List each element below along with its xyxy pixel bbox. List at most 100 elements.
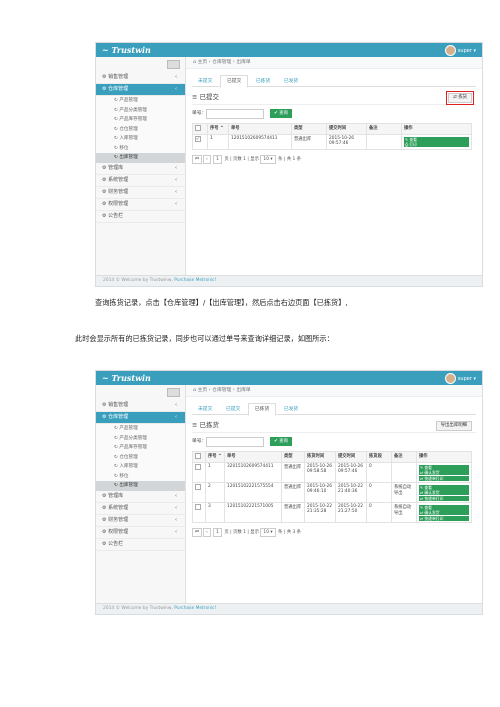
user-menu[interactable]: super ▾ [444,45,476,56]
tab-bar: 未提交 已提交 已拣货 已发货 [192,403,476,416]
sidebar-subitem-product[interactable]: ↻ 产品管理 [96,424,185,434]
confirm-ship-button[interactable]: ⇄ 确认发货 [419,510,469,515]
sidebar-toggle-button[interactable] [167,60,180,69]
sidebar-item-warehouse[interactable]: ⚙ 仓库管理 ‹ [96,412,185,424]
column-header[interactable]: 备注 [391,451,417,463]
sidebar-item-notice[interactable]: ⚙ 公告栏 [96,211,185,223]
column-header[interactable]: 序号 ^ [207,123,229,135]
order-search-input[interactable] [206,109,264,119]
sidebar-item-manage[interactable]: ⚙ 管理库 ‹ [96,163,185,175]
search-button[interactable]: ✔ 查询 [270,437,292,446]
sidebar-item-sales[interactable]: ⚙ 销售管理 ‹ [96,72,185,84]
confirm-ship-button[interactable]: ⇄ 确认发货 [419,490,469,495]
row-checkbox[interactable]: ✓ [192,134,208,150]
table-row: 1 32015102609574411 普通出库 2015-10-26 09:5… [192,462,472,483]
sidebar-subitem-outbound[interactable]: ↻ 出库管理 [96,153,185,163]
top-header: ~ Trustwin super ▾ [96,43,482,57]
column-header[interactable]: 提交时间 [335,451,367,463]
sidebar-item-permission[interactable]: ⚙ 权限管理 ‹ [96,527,185,539]
tab-submitted[interactable]: 已提交 [220,404,246,415]
column-header[interactable]: 序号 ^ [205,451,225,463]
first-page-button[interactable]: ⏮ [192,528,202,537]
instruction-paragraph-1: 查询拣货记录，点击【仓库管理】/【出库管理】，然后点击右边页面【已拣货】, [95,298,348,307]
sidebar-item-finance[interactable]: ⚙ 财务管理 ‹ [96,515,185,527]
sidebar-subitem-product-category[interactable]: ↻ 产品分类管理 [96,105,185,115]
cell-no: 3 [205,502,225,523]
tab-picked[interactable]: 已拣货 [247,403,277,416]
tab-submitted[interactable]: 已提交 [219,75,249,88]
prev-page-button[interactable]: ‹ [202,154,211,164]
sidebar-subitem-product[interactable]: ↻ 产品管理 [96,96,185,106]
sidebar-subitem-move[interactable]: ↻ 移位 [96,471,185,481]
column-header[interactable]: 提交时间 [326,123,367,135]
export-outbound-detail-button[interactable]: 导出出库明细 [435,421,472,431]
row-checkbox[interactable] [192,482,206,503]
sidebar-subitem-move[interactable]: ↻ 移位 [96,143,185,153]
search-button[interactable]: ✔ 查询 [270,109,292,118]
first-page-button[interactable]: ⏮ [192,154,202,164]
cell-type: 普通出库 [281,482,305,503]
order-search-input[interactable] [206,437,264,447]
page-input[interactable]: 1 [213,528,222,537]
sidebar-toggle-button[interactable] [167,388,180,397]
print-waybill-button[interactable]: ⇄ 快递单打印 [419,475,469,481]
sidebar-item-warehouse[interactable]: ⚙ 仓库管理 ‹ [96,84,185,96]
sidebar-item-manage[interactable]: ⚙ 管理库 ‹ [96,491,185,503]
sidebar-item-permission[interactable]: ⚙ 权限管理 ‹ [96,199,185,211]
sidebar-subitem-inbound[interactable]: ↻ 入库管理 [96,134,185,144]
page-size-select[interactable]: 10 ▾ [260,154,276,164]
cell-actions: ✎ 查看 ⎙ 打印 [401,134,472,150]
sidebar-item-system[interactable]: ⚙ 系统管理 ‹ [96,175,185,187]
view-button[interactable]: ✎ 查看 [419,464,469,470]
confirm-ship-button[interactable]: ⇄ 确认发货 [419,470,469,475]
print-button[interactable]: ⎙ 打印 [404,142,469,147]
sidebar-item-sales[interactable]: ⚙ 销售管理 ‹ [96,400,185,412]
pagination: ⏮ ‹ 1 页 | 页数 1 | 显示 10 ▾ 条 | 共 3 条 [192,528,476,538]
row-checkbox[interactable] [192,462,206,483]
page-size-select[interactable]: 10 ▾ [260,528,276,537]
user-menu[interactable]: super ▾ [444,373,476,384]
sidebar-item-notice[interactable]: ⚙ 公告栏 [96,539,185,551]
row-checkbox[interactable] [192,502,206,523]
search-row: 单号： ✔ 查询 [192,437,476,447]
sidebar-subitem-stock[interactable]: ↻ 产品库存管理 [96,115,185,125]
column-header[interactable]: 类型 [291,123,327,135]
footer-link[interactable]: Purchase Metronic! [174,606,216,611]
footer-link[interactable]: Purchase Metronic! [174,278,216,283]
cell-pick-segment: 0 [366,462,392,483]
view-button[interactable]: ✎ 查看 [419,484,469,490]
column-header[interactable]: 拣货时间 [304,451,336,463]
tab-shipped[interactable]: 已发货 [278,76,304,87]
sidebar-item-system[interactable]: ⚙ 系统管理 ‹ [96,503,185,515]
brand-logo: ~ Trustwin [102,373,151,383]
column-header[interactable]: 拣货段 [366,451,392,463]
sidebar: ⚙ 销售管理 ‹ ⚙ 仓库管理 ‹ ↻ 产品管理 ↻ 产品分类管理 ↻ 产品库存管理… [96,57,186,276]
tab-picked[interactable]: 已拣货 [250,76,276,87]
sidebar-subitem-location[interactable]: ↻ 仓位管理 [96,452,185,462]
page-input[interactable]: 1 [213,154,222,164]
select-all-checkbox[interactable] [192,123,208,135]
print-waybill-button[interactable]: ⇄ 快递单打印 [419,515,469,521]
view-button[interactable]: ✎ 查看 [404,136,469,142]
tab-unsubmitted[interactable]: 未提交 [192,404,218,415]
prev-page-button[interactable]: ‹ [202,528,211,537]
tab-shipped[interactable]: 已发货 [278,404,304,415]
sidebar-subitem-inbound[interactable]: ↻ 入库管理 [96,462,185,472]
select-all-checkbox[interactable] [192,451,206,463]
pick-button[interactable]: ⇄ 拣货 [446,91,474,105]
sidebar-subitem-outbound[interactable]: ↻ 出库管理 [96,481,185,491]
column-header[interactable]: 类型 [281,451,305,463]
sidebar-subitem-stock[interactable]: ↻ 产品库存管理 [96,443,185,453]
view-button[interactable]: ✎ 查看 [419,504,469,510]
print-waybill-button[interactable]: ⇄ 快递单打印 [419,495,469,501]
cell-note: 系统自动导出 [391,482,417,503]
column-header[interactable]: 单号 [224,451,282,463]
tab-unsubmitted[interactable]: 未提交 [192,76,218,87]
column-header[interactable]: 单号 [228,123,292,135]
column-header[interactable]: 备注 [366,123,402,135]
sidebar-subitem-location[interactable]: ↻ 仓位管理 [96,124,185,134]
sidebar-subitem-product-category[interactable]: ↻ 产品分类管理 [96,433,185,443]
tab-bar: 未提交 已提交 已拣货 已发货 [192,75,476,88]
sidebar-item-finance[interactable]: ⚙ 财务管理 ‹ [96,187,185,199]
sidebar: ⚙ 销售管理 ‹ ⚙ 仓库管理 ‹ ↻ 产品管理 ↻ 产品分类管理 ↻ 产品库存管理… [96,385,186,604]
